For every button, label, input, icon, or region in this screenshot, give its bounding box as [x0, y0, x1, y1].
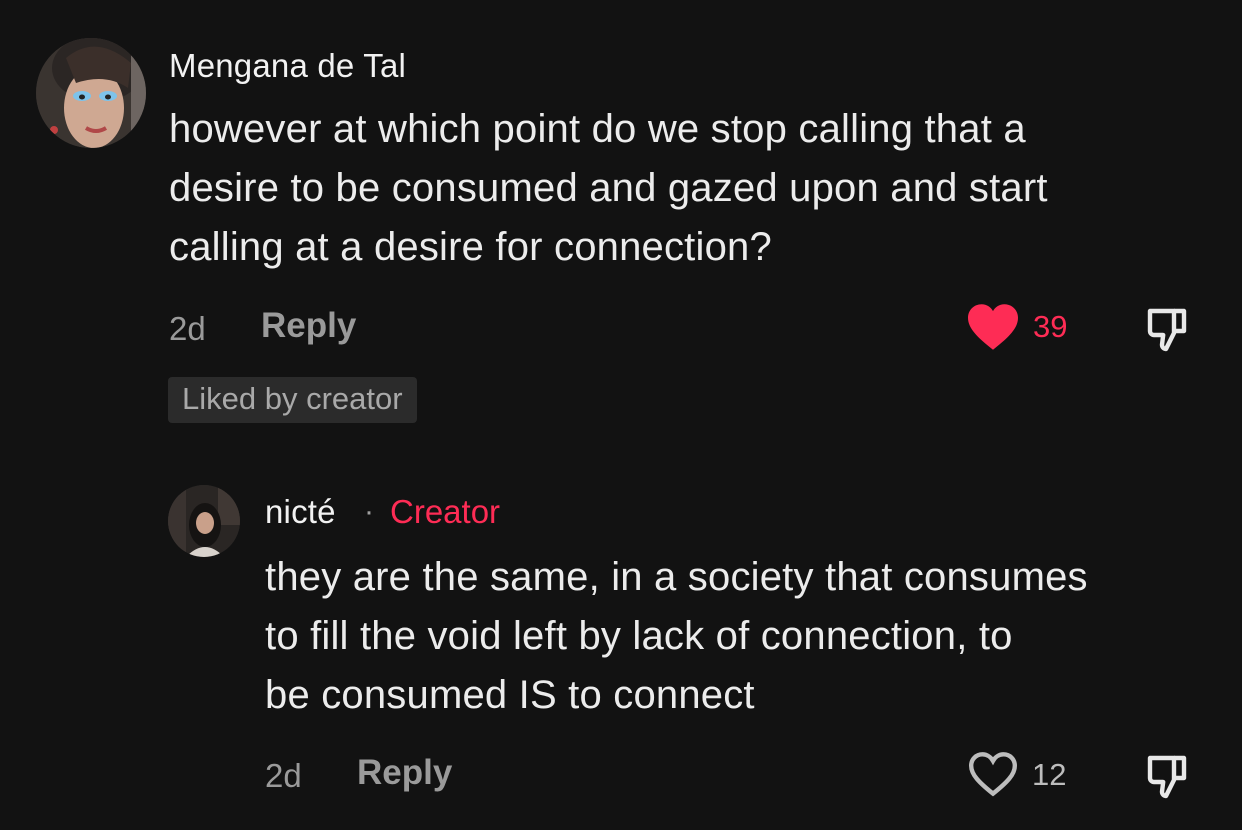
reply-button[interactable]: Reply — [357, 753, 452, 793]
reply-author[interactable]: nicté — [265, 493, 336, 531]
liked-by-creator-badge: Liked by creator — [168, 377, 417, 423]
heart-outline-icon — [968, 752, 1018, 797]
comment-text-line: be consumed IS to connect — [265, 673, 755, 717]
like-count: 12 — [1032, 757, 1067, 792]
author-separator: · — [364, 495, 374, 528]
thumbs-down-icon — [1147, 755, 1187, 799]
dislike-button[interactable] — [1142, 752, 1194, 800]
comment-text-line: calling at a desire for connection? — [169, 225, 772, 269]
avatar[interactable] — [36, 38, 146, 148]
like-button[interactable] — [964, 302, 1022, 352]
comment-text-line: they are the same, in a society that con… — [265, 555, 1088, 599]
avatar[interactable] — [168, 485, 240, 557]
like-count: 39 — [1033, 309, 1068, 344]
thumbs-down-icon — [1147, 308, 1187, 352]
like-button[interactable] — [966, 750, 1020, 798]
reply-button[interactable]: Reply — [261, 306, 356, 346]
avatar-image — [36, 38, 146, 148]
comment-author[interactable]: Mengana de Tal — [169, 47, 406, 85]
heart-filled-icon — [968, 304, 1018, 350]
comment-text-line: to fill the void left by lack of connect… — [265, 614, 1013, 658]
comment-timestamp: 2d — [265, 757, 302, 794]
dislike-button[interactable] — [1142, 305, 1194, 353]
comment-text-line: however at which point do we stop callin… — [169, 107, 1026, 151]
avatar-image — [168, 485, 240, 557]
comment-text-line: desire to be consumed and gazed upon and… — [169, 166, 1048, 210]
creator-label: Creator — [390, 493, 501, 530]
comment-timestamp: 2d — [169, 310, 206, 347]
